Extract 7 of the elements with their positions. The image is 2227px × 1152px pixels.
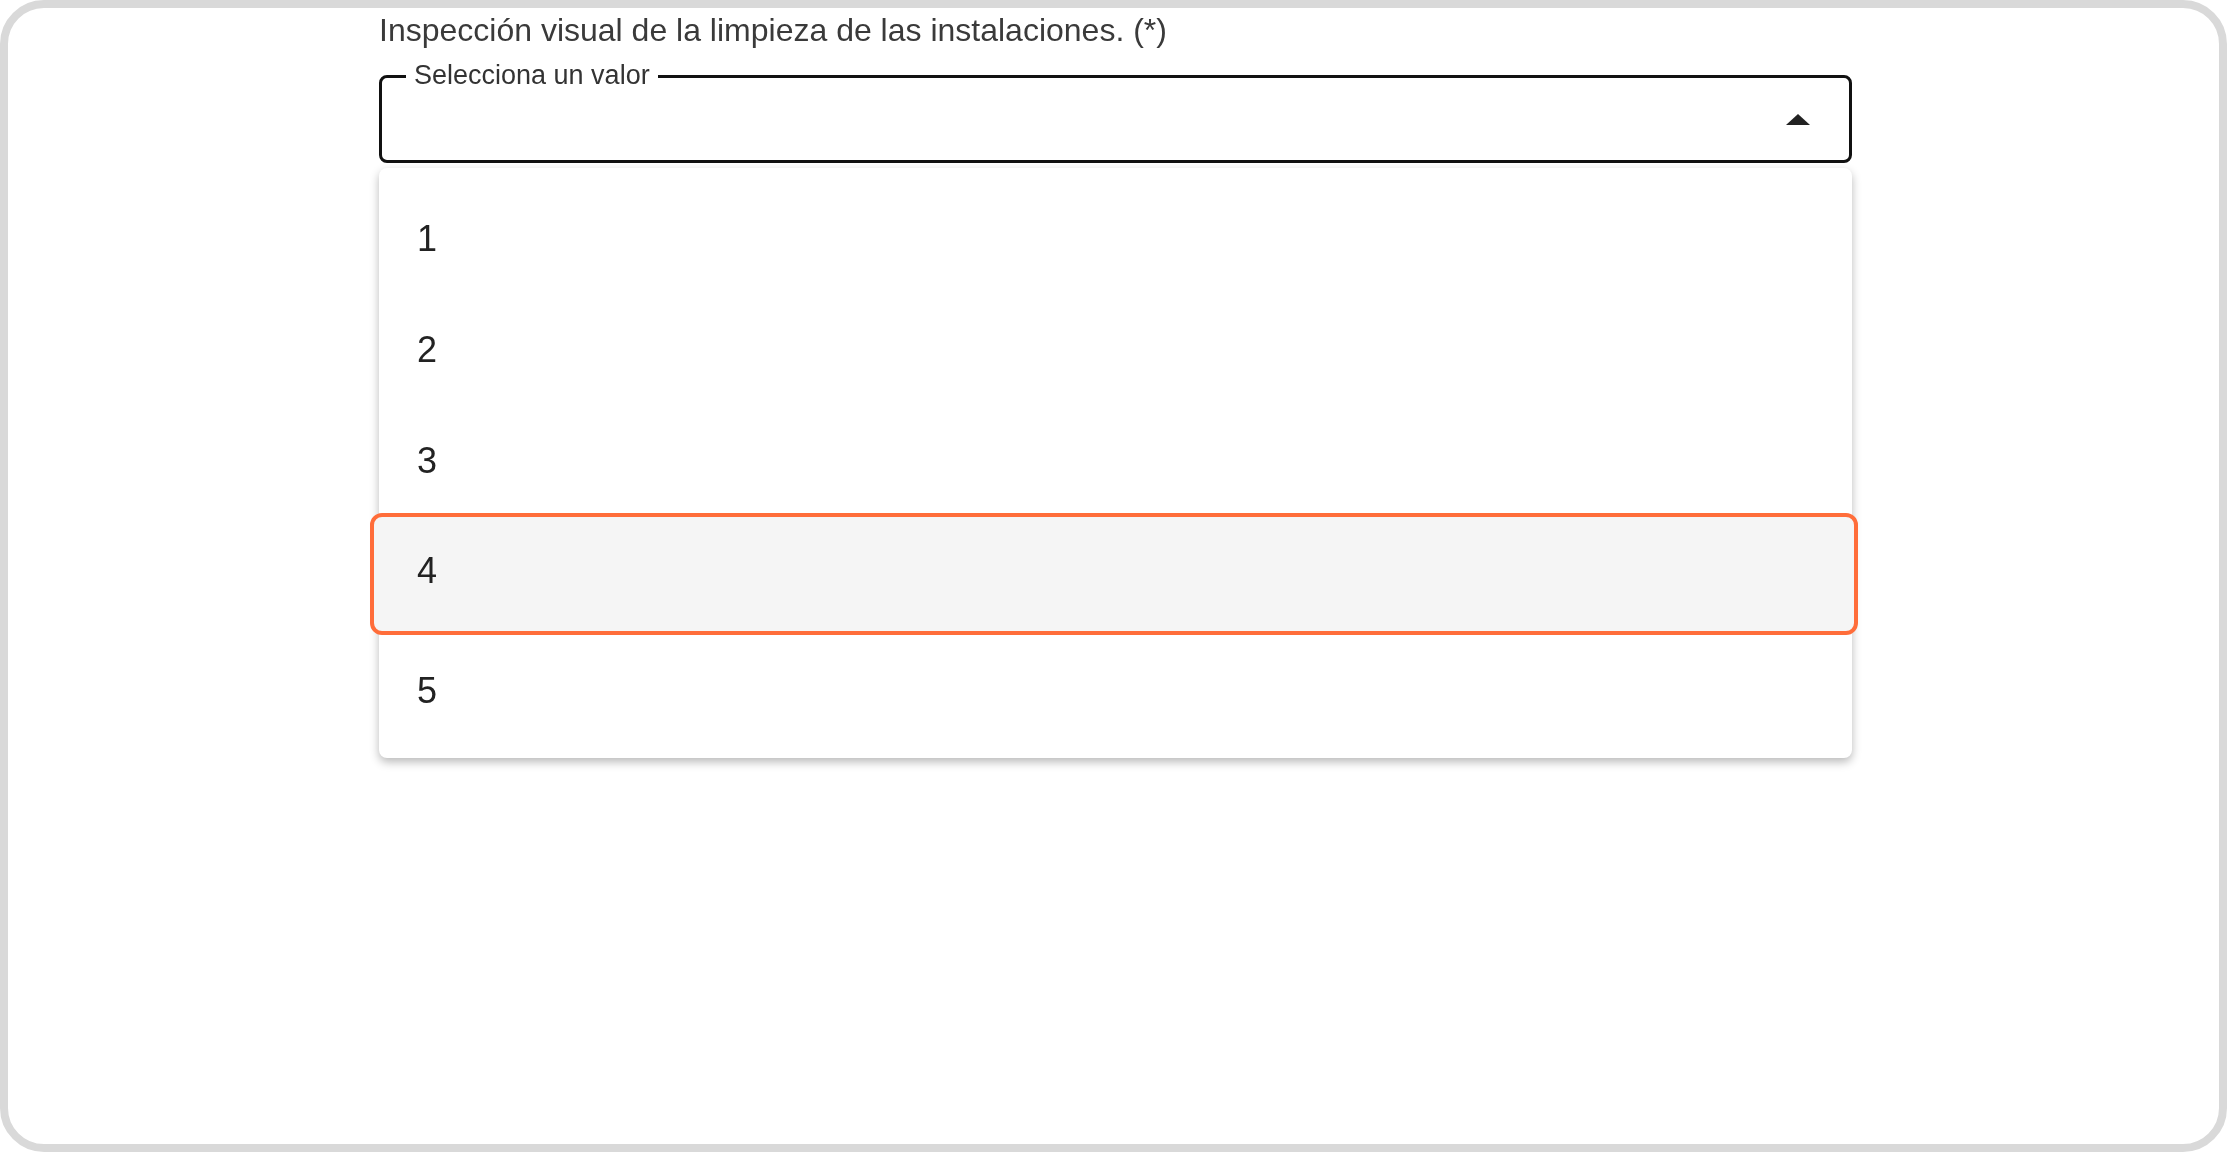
dropdown-option[interactable]: 2: [379, 294, 1852, 405]
dropdown-option[interactable]: 4: [370, 513, 1858, 635]
caret-icon[interactable]: [1786, 113, 1810, 125]
question-text: Inspección visual de la limpieza de las instalaciones. (*): [379, 12, 1167, 48]
dropdown-option[interactable]: 3: [379, 405, 1852, 516]
dropdown-option[interactable]: 1: [379, 183, 1852, 294]
dropdown-option[interactable]: 5: [379, 635, 1852, 746]
